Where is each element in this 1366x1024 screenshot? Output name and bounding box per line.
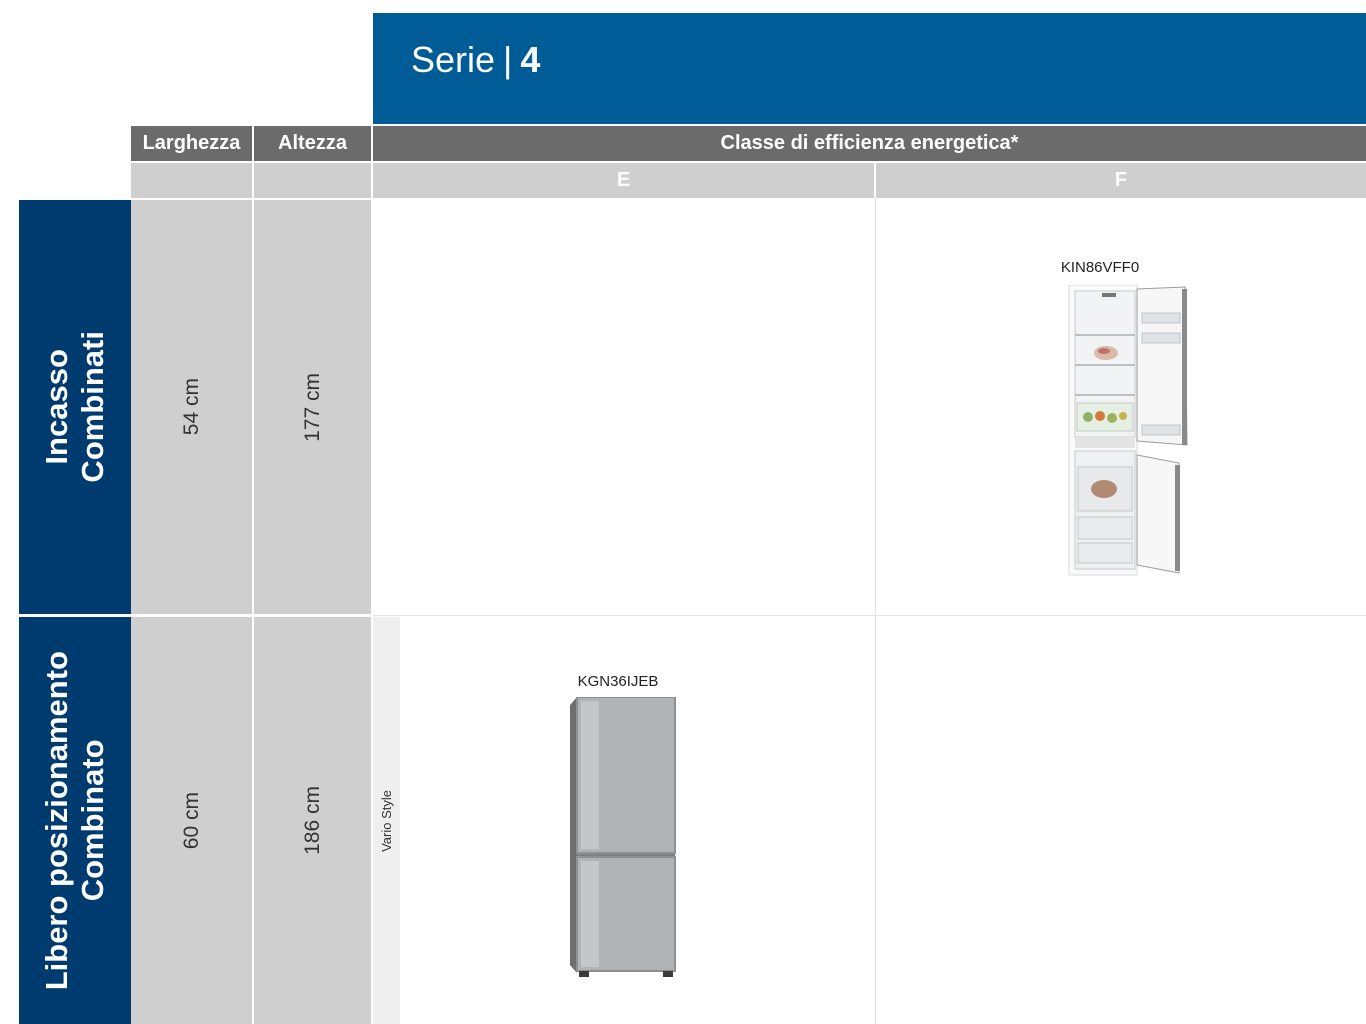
series-number: 4 (520, 39, 541, 80)
header-energy-class: Classe di efficienza energetica* (373, 126, 1366, 161)
category-freestanding: Libero posizionamento Combinato (19, 617, 131, 1024)
row1-height-value: 177 cm (300, 372, 324, 442)
row2-width-value: 60 cm (179, 791, 203, 850)
row2-width-cell: 60 cm (131, 617, 252, 1024)
series-separator: | (503, 39, 513, 80)
series-title: Serie | 4 (411, 38, 540, 82)
column-divider (875, 198, 876, 1024)
energy-class-f-header: F (876, 163, 1366, 198)
row1-width-value: 54 cm (179, 378, 203, 436)
energy-class-e-header: E (373, 163, 874, 198)
subheader-height-blank (254, 163, 371, 198)
series-label: Serie (411, 39, 496, 80)
vario-style-label: Vario Style (379, 789, 394, 852)
category-freestanding-label: Libero posizionamento Combinato (39, 650, 110, 991)
product-model-kin: KIN86VFF0 (1060, 259, 1140, 276)
row1-width-cell: 54 cm (131, 200, 252, 614)
subheader-width-blank (131, 163, 252, 198)
row2-height-cell: 186 cm (254, 617, 371, 1024)
category-built-in-label: Incasso Combinati (39, 331, 110, 483)
product-model-kgn: KGN36IJEB (577, 673, 659, 690)
category-built-in: Incasso Combinati (19, 200, 131, 614)
row1-height-cell: 177 cm (254, 200, 371, 614)
row2-height-value: 186 cm (300, 786, 324, 855)
header-width: Larghezza (131, 126, 252, 161)
vario-style-strip: Vario Style (373, 617, 400, 1024)
header-height: Altezza (254, 126, 371, 161)
built-in-fridge-image[interactable] (1066, 285, 1190, 581)
row-divider (373, 615, 1366, 616)
freestanding-fridge-image[interactable] (555, 697, 679, 983)
